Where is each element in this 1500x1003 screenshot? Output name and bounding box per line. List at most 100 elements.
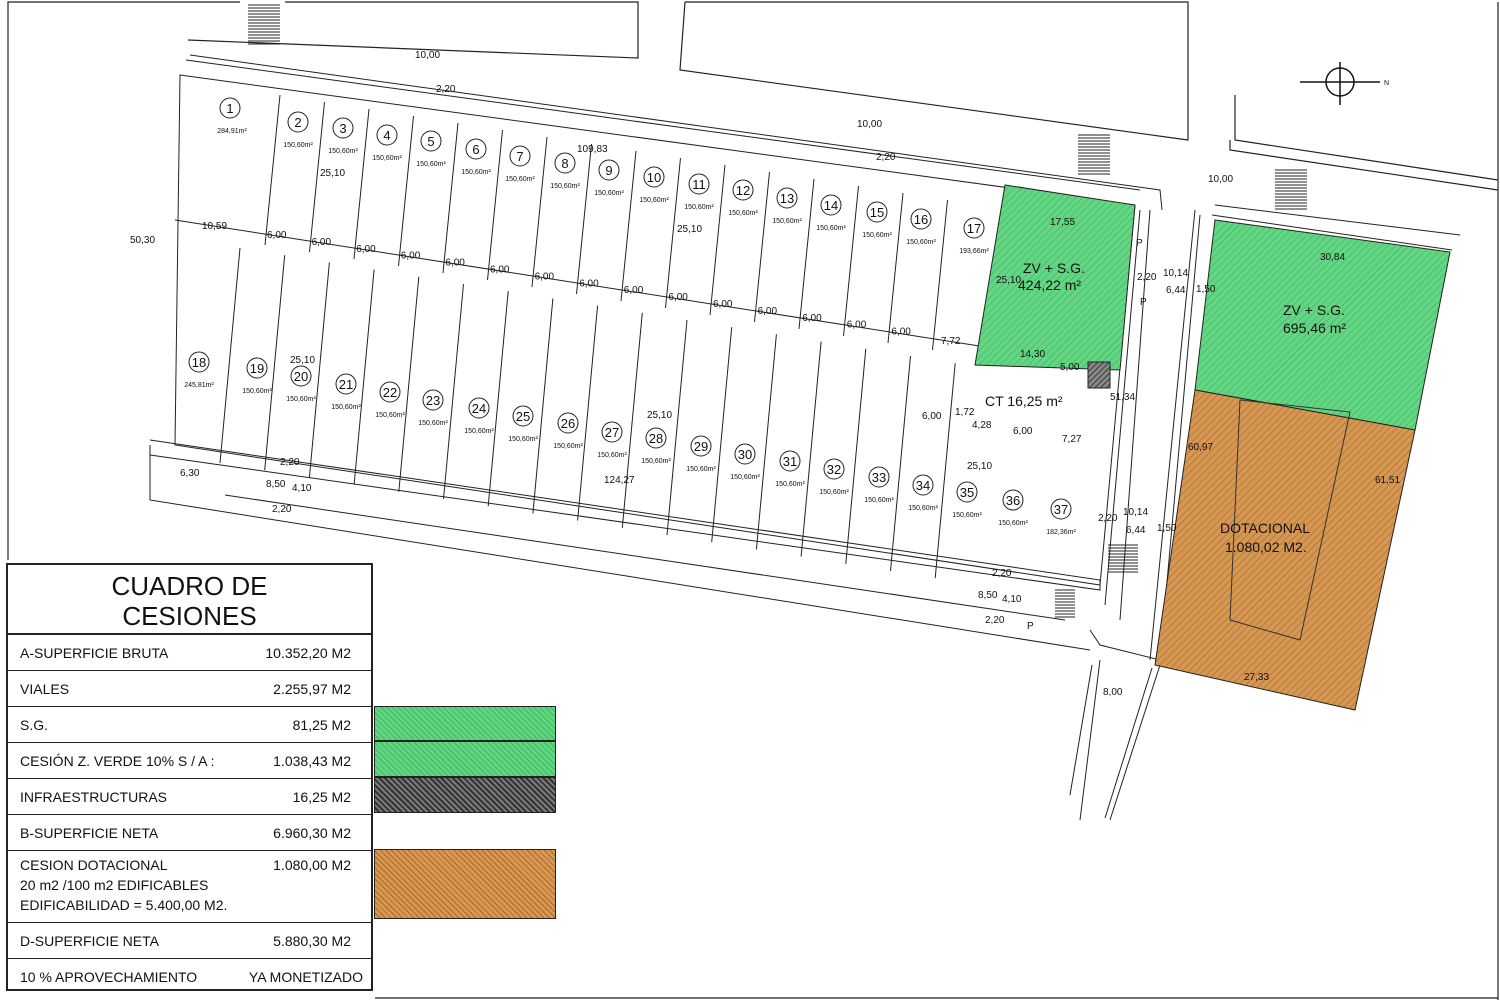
dim-6-00: 6,00 — [713, 299, 733, 310]
lot-number: 32 — [827, 462, 841, 477]
lot-area: 150,60m² — [908, 505, 938, 512]
lot-area: 150,60m² — [862, 232, 892, 239]
dim-6-00: 6,00 — [445, 258, 465, 269]
zv2-area: 695,46 m² — [1283, 320, 1346, 336]
dim-1-50-a: 1,50 — [1196, 284, 1216, 295]
dim-25-10-a: 25,10 — [320, 168, 345, 179]
lot-area: 150,60m² — [775, 481, 805, 488]
lot-divider-bottom — [890, 355, 911, 572]
zv1-area: 424,22 m² — [1018, 277, 1081, 293]
lot-divider-top — [531, 136, 548, 288]
lot-number: 2 — [294, 115, 301, 130]
lot-8: 8 150,60m² — [550, 152, 580, 190]
lot-22: 22 150,60m² — [375, 381, 405, 419]
lot-area: 150,60m² — [998, 520, 1028, 527]
lot-divider-bottom — [800, 341, 822, 557]
dim-6-00: 6,00 — [802, 313, 822, 324]
lot-1: 1 284,91m² — [217, 97, 247, 135]
dim-25-10-zv: 25,10 — [996, 275, 1021, 286]
lot-divider-top — [353, 108, 370, 260]
dim-6-30: 6,30 — [180, 468, 200, 479]
dim-7-27: 7,27 — [1062, 434, 1082, 445]
lot-divider-top — [487, 129, 503, 281]
lot-10: 10 150,60m² — [639, 166, 669, 204]
lot-area: 150,60m² — [594, 190, 624, 197]
lot-area: 150,60m² — [331, 404, 361, 411]
dim-14-30: 14,30 — [1020, 349, 1045, 360]
lot-area: 150,60m² — [597, 452, 627, 459]
dim-6-00: 6,00 — [758, 306, 778, 317]
lot-area: 150,60m² — [641, 458, 671, 465]
lot-11: 11 150,60m² — [684, 173, 714, 211]
dim-10-14-b: 10,14 — [1123, 507, 1148, 518]
lot-divider-top — [843, 185, 859, 337]
lot-area: 150,60m² — [286, 396, 316, 403]
lot-number: 23 — [426, 393, 440, 408]
lot-number: 4 — [383, 128, 390, 143]
legend-row-superficie-bruta: A-SUPERFICIE BRUTA 10.352,20 M2 — [8, 635, 371, 671]
dim-6-00: 6,00 — [891, 327, 911, 338]
dim-6-00: 6,00 — [847, 320, 867, 331]
lot-area: 150,60m² — [372, 155, 402, 162]
lot-divider-top — [887, 192, 904, 344]
lot-divider-bottom — [219, 247, 241, 464]
dim-6-44-b: 6,44 — [1126, 525, 1146, 536]
dim-4-10-a: 4,10 — [292, 483, 312, 494]
lot-16: 16 150,60m² — [906, 208, 936, 246]
dim-10-59: 10,59 — [202, 221, 227, 232]
dim-25-10-c: 25,10 — [290, 355, 315, 366]
dim-61-51: 61,51 — [1375, 475, 1400, 486]
lot-divider-bottom — [621, 312, 643, 528]
swatch-infraestructuras — [374, 777, 556, 813]
lot-area: 150,60m² — [952, 512, 982, 519]
lot-7: 7 150,60m² — [505, 145, 535, 183]
swatch-sg — [374, 706, 556, 741]
legend-row-viales: VIALES 2.255,97 M2 — [8, 671, 371, 707]
dim-6-00: 6,00 — [356, 244, 376, 255]
dim-27-33: 27,33 — [1244, 672, 1269, 683]
dim-6-00: 6,00 — [267, 230, 287, 241]
dim-6-00: 6,00 — [312, 237, 332, 248]
lot-number: 20 — [294, 369, 308, 384]
lot-number: 31 — [783, 454, 797, 469]
lot-area: 150,60m² — [684, 204, 714, 211]
lot-divider-top — [576, 143, 592, 295]
ct-label: CT 16,25 m² — [985, 393, 1063, 409]
dim-50-30: 50,30 — [130, 235, 155, 246]
lot-area: 150,60m² — [686, 466, 716, 473]
dim-6-00: 6,00 — [490, 265, 510, 276]
lot-area: 150,60m² — [283, 142, 313, 149]
lot-divider-bottom — [711, 327, 733, 543]
lot-area: 150,60m² — [728, 210, 758, 217]
legend-title-line1: CUADRO DE — [111, 571, 268, 601]
lot-divider-bottom — [845, 348, 867, 564]
parking-p-2: P — [1140, 297, 1147, 308]
dim-2-20-h: 2,20 — [985, 615, 1005, 626]
lot-divider-bottom — [264, 255, 286, 471]
lot-4: 4 150,60m² — [372, 124, 402, 162]
lot-14: 14 150,60m² — [816, 194, 846, 232]
lot-number: 35 — [960, 485, 974, 500]
dim-6-00: 6,00 — [624, 285, 644, 296]
dim-8-50-b: 8,50 — [978, 590, 998, 601]
lot-area: 150,60m² — [819, 489, 849, 496]
lot-area: 150,60m² — [242, 388, 272, 395]
lot-area: 150,60m² — [639, 197, 669, 204]
lot-number: 34 — [916, 478, 930, 493]
swatch-dotacional — [374, 849, 556, 919]
cesion-dotacional-line3: EDIFICABILIDAD = 5.400,00 M2. — [20, 897, 228, 913]
lot-area: 193,66m² — [959, 248, 989, 255]
parking-p-3: P — [1027, 621, 1034, 632]
lot-divider-bottom — [934, 363, 956, 579]
dim-8-00: 8,00 — [1103, 687, 1123, 698]
lot-area: 150,60m² — [864, 497, 894, 504]
legend-row-superficie-neta-b: B-SUPERFICIE NETA 6.960,30 M2 — [8, 815, 371, 851]
lot-divider-bottom — [577, 305, 599, 521]
lot-number: 30 — [738, 447, 752, 462]
lot-divider-top — [398, 115, 414, 267]
dim-25-10-e: 25,10 — [967, 461, 992, 472]
dim-6-00: 6,00 — [668, 292, 688, 303]
legend-title: CUADRO DE CESIONES — [8, 565, 371, 635]
lot-34: 34 150,60m² — [908, 474, 938, 512]
dotacional-name: DOTACIONAL — [1220, 520, 1310, 536]
